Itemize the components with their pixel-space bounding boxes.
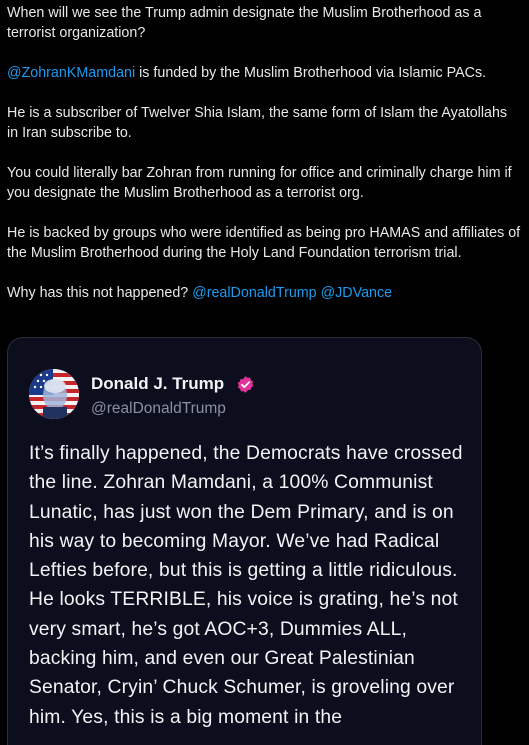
tweet-paragraph-2: @ZohranKMamdani is funded by the Muslim … [7,63,522,83]
tweet-paragraph-1: When will we see the Trump admin designa… [7,5,482,41]
verified-badge-icon [237,376,254,393]
avatar-flag-portrait-image [29,369,79,419]
tweet-paragraph-3: He is a subscriber of Twelver Shia Islam… [7,105,508,141]
tweet-paragraph-6-text: Why has this not happened? [7,285,193,301]
author-handle[interactable]: @realDonaldTrump [91,400,226,418]
mention-link-realdonaldtrump[interactable]: @realDonaldTrump [192,285,316,301]
tweet-text: When will we see the Trump admin designa… [7,3,522,303]
quoted-post-body: It’s finally happened, the Democrats hav… [29,443,463,728]
mention-link-zohran[interactable]: @ZohranKMamdani [7,65,135,81]
profile-avatar[interactable] [29,369,79,419]
tweet-paragraph-2-text: is funded by the Muslim Brotherhood via … [135,65,487,81]
mention-link-jdvance[interactable]: @JDVance [321,285,392,301]
tweet-paragraph-4: You could literally bar Zohran from runn… [7,165,512,201]
tweet-paragraph-5: He is backed by groups who were identifi… [7,225,521,261]
tweet-paragraph-6: Why has this not happened? @realDonaldTr… [7,283,522,303]
author-name[interactable]: Donald J. Trump [91,374,224,394]
quoted-post-card[interactable]: Donald J. Trump @realDonaldTrump It’s fi… [7,337,482,745]
